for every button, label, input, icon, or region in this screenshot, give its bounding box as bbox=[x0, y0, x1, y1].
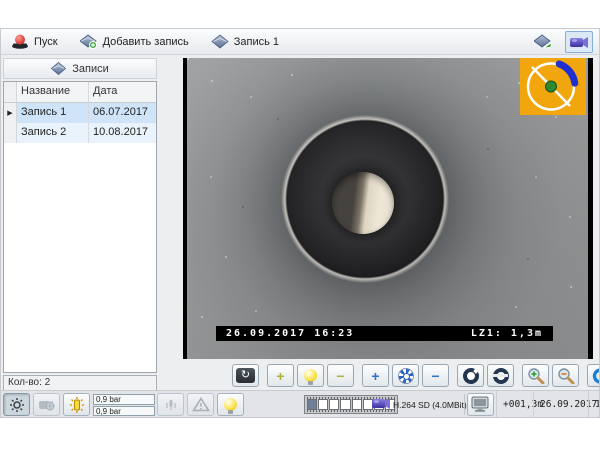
record-icon bbox=[211, 34, 229, 49]
lamp-flash-button[interactable] bbox=[63, 393, 90, 416]
records-table-header: Название Дата bbox=[4, 82, 156, 103]
film-cell bbox=[352, 399, 362, 410]
record-row-2[interactable]: Запись 2 10.08.2017 bbox=[4, 123, 156, 143]
start-label: Пуск bbox=[34, 36, 58, 48]
brightness-button[interactable] bbox=[3, 393, 30, 416]
main-toolbar: Пуск Добавить запись Запись 1 bbox=[1, 29, 599, 55]
pressure-display: 0,9 bar 0,9 bar bbox=[93, 394, 155, 416]
pipe-hole-image bbox=[332, 172, 394, 234]
bulb-icon bbox=[224, 398, 237, 411]
video-toolbar: ↻ + − + − bbox=[232, 364, 600, 388]
camera-view-button[interactable] bbox=[565, 31, 593, 53]
record-name: Запись 2 bbox=[17, 123, 89, 143]
overlay-distance: LZ1: 1,3m bbox=[471, 328, 543, 339]
minus-icon: − bbox=[336, 369, 344, 383]
video-overlay: 26.09.2017 16:23 LZ1: 1,3m bbox=[216, 326, 553, 341]
lamp-icon bbox=[304, 369, 317, 382]
start-button[interactable]: Пуск bbox=[7, 32, 62, 51]
pressure-value-bottom: 0,9 bar bbox=[93, 406, 155, 417]
zoom-in-icon bbox=[527, 367, 545, 384]
aperture-button[interactable] bbox=[392, 364, 419, 387]
column-header-name[interactable]: Название bbox=[17, 82, 89, 102]
overlay-datetime: 26.09.2017 16:23 bbox=[226, 328, 354, 339]
film-cell bbox=[329, 399, 339, 410]
monitor-button[interactable] bbox=[467, 393, 494, 416]
microphone-icon bbox=[162, 398, 180, 412]
gain-plus-button[interactable]: + bbox=[362, 364, 389, 387]
bulb-button[interactable] bbox=[217, 393, 244, 416]
record-row-1[interactable]: ▶ Запись 1 06.07.2017 bbox=[4, 103, 156, 123]
add-record-icon bbox=[80, 34, 98, 49]
records-header-label: Записи bbox=[72, 63, 109, 75]
minus-icon: − bbox=[431, 369, 439, 383]
row-marker-icon: ▶ bbox=[4, 103, 17, 123]
monitor-icon bbox=[471, 396, 491, 413]
date-cell: 26.09.2017 bbox=[533, 391, 588, 418]
film-cell bbox=[307, 399, 317, 410]
time-cell: 16:23 bbox=[588, 391, 600, 418]
app-window: Пуск Добавить запись Запись 1 bbox=[0, 28, 600, 418]
warning-icon bbox=[192, 397, 210, 412]
film-cell bbox=[318, 399, 328, 410]
codec-camera-icon bbox=[371, 395, 391, 411]
led-lamp-button[interactable] bbox=[297, 364, 324, 387]
iris-close-icon bbox=[493, 368, 509, 384]
texture-speckles bbox=[187, 58, 189, 60]
record-date: 06.07.2017 bbox=[89, 103, 156, 123]
camera-icon bbox=[569, 34, 589, 50]
roll-arc-icon bbox=[559, 64, 575, 83]
reset-view-button[interactable] bbox=[587, 364, 600, 387]
start-icon bbox=[11, 34, 29, 49]
plus-icon: + bbox=[371, 369, 379, 383]
add-record-label: Добавить запись bbox=[103, 36, 189, 48]
iris-open-icon bbox=[463, 368, 479, 384]
camera-globe-button[interactable] bbox=[33, 393, 60, 416]
statusbar-separator bbox=[464, 394, 465, 415]
gain-minus-button[interactable]: − bbox=[422, 364, 449, 387]
lamp-flash-icon bbox=[68, 396, 86, 414]
snapshot-button[interactable]: ↻ bbox=[232, 364, 259, 387]
record-label: Запись 1 bbox=[234, 36, 279, 48]
iris-open-button[interactable] bbox=[457, 364, 484, 387]
record-count: Кол-во: 2 bbox=[3, 375, 157, 391]
record-date: 10.08.2017 bbox=[89, 123, 156, 143]
aperture-icon bbox=[398, 368, 414, 384]
record-tab-button[interactable]: Запись 1 bbox=[207, 32, 283, 51]
microphone-button[interactable] bbox=[157, 393, 184, 416]
zoom-out-button[interactable] bbox=[552, 364, 579, 387]
plus-icon: + bbox=[276, 369, 284, 383]
add-record-button[interactable]: Добавить запись bbox=[76, 32, 193, 51]
record-name: Запись 1 bbox=[17, 103, 89, 123]
iris-close-button[interactable] bbox=[487, 364, 514, 387]
export-record-icon bbox=[534, 34, 553, 50]
zoom-in-button[interactable] bbox=[522, 364, 549, 387]
brightness-icon bbox=[9, 397, 25, 413]
snapshot-icon: ↻ bbox=[236, 368, 255, 383]
screen: Пуск Добавить запись Запись 1 bbox=[0, 0, 600, 450]
row-marker-empty bbox=[4, 123, 17, 143]
zoom-out-icon bbox=[557, 367, 575, 384]
column-header-date[interactable]: Дата bbox=[89, 82, 156, 102]
status-bar: 0,9 bar 0,9 bar bbox=[1, 390, 599, 417]
records-header[interactable]: Записи bbox=[3, 58, 157, 79]
led-plus-button[interactable]: + bbox=[267, 364, 294, 387]
orientation-indicator bbox=[520, 58, 586, 115]
records-table: Название Дата ▶ Запись 1 06.07.2017 Запи… bbox=[3, 81, 157, 373]
records-panel: Записи Название Дата ▶ Запись 1 06.07.20… bbox=[3, 58, 157, 391]
codec-label: H.264 SD (4.0MBit) bbox=[393, 400, 463, 410]
reset-icon bbox=[592, 368, 600, 384]
video-feed[interactable]: 26.09.2017 16:23 LZ1: 1,3m bbox=[183, 58, 593, 359]
center-dot-icon bbox=[546, 81, 557, 92]
toolbar-right-group bbox=[530, 31, 593, 53]
records-icon bbox=[51, 62, 66, 75]
pressure-value-top: 0,9 bar bbox=[93, 394, 155, 405]
export-record-button[interactable] bbox=[530, 31, 557, 53]
led-minus-button[interactable]: − bbox=[327, 364, 354, 387]
film-cell bbox=[340, 399, 350, 410]
marker-column-header bbox=[4, 82, 17, 102]
camera-globe-icon bbox=[38, 397, 56, 412]
warning-button[interactable] bbox=[187, 393, 214, 416]
